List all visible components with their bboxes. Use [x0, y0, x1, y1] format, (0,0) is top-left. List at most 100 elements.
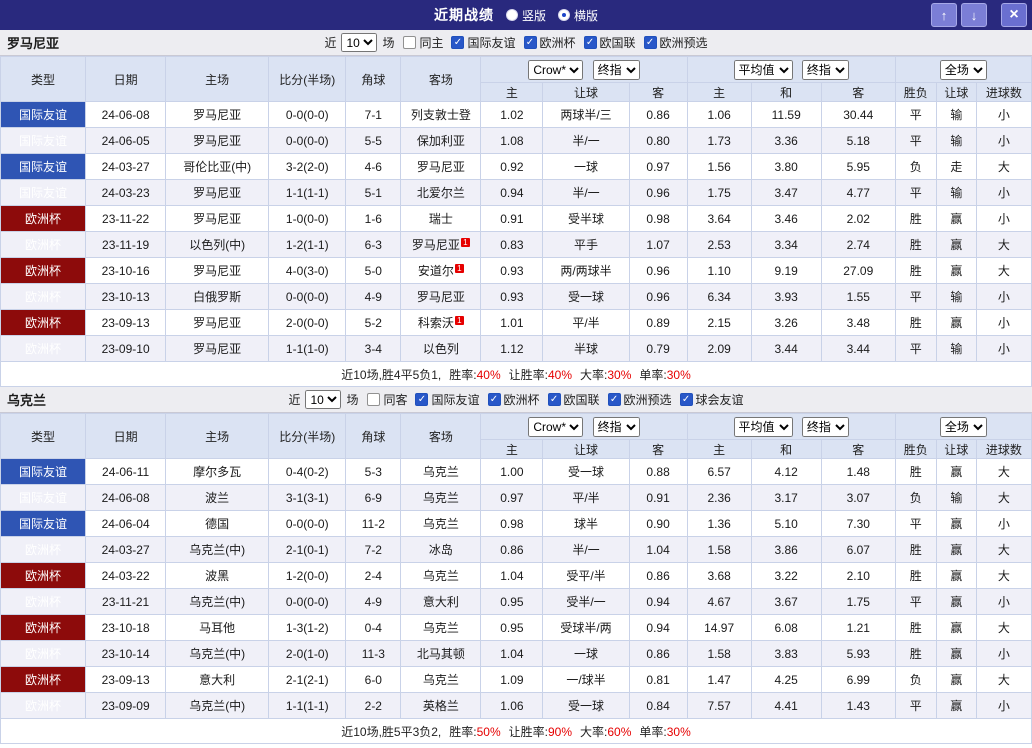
filter-checkbox-欧国联[interactable]: ✓ 欧国联	[547, 391, 600, 408]
handicap-odds-away: 0.89	[628, 309, 688, 336]
filter-checkbox-国际友谊[interactable]: ✓ 国际友谊	[451, 34, 516, 51]
match-date: 24-03-27	[85, 536, 167, 563]
score: 1-2(1-1)	[268, 231, 347, 258]
avg-odds-away: 1.55	[820, 283, 896, 310]
bookmaker-select[interactable]: Crow*	[528, 416, 584, 437]
handicap-line: 受一球	[542, 458, 630, 485]
avg-odds-home: 1.56	[686, 153, 752, 180]
avg-odds-home: 1.06	[686, 101, 752, 128]
match-date: 23-09-13	[85, 666, 167, 693]
column-header-home: 主场	[165, 413, 270, 459]
title-group: 近期战绩 竖版 横版	[434, 5, 598, 25]
final-odds-select-2[interactable]: 终指	[801, 416, 849, 437]
match-count-select[interactable]: 10	[305, 390, 342, 409]
column-header-corner: 角球	[345, 413, 402, 459]
competition-type: 欧洲杯	[0, 666, 87, 693]
handicap-odds-home: 0.86	[480, 536, 544, 563]
team-name: 罗马尼亚	[7, 36, 60, 51]
competition-type: 欧洲杯	[0, 614, 87, 641]
checked-checkbox-icon: ✓	[679, 393, 693, 406]
avg-odds-away: 6.07	[820, 536, 896, 563]
summary-stat-label: 大率:	[580, 367, 608, 382]
checked-checkbox-icon: ✓	[523, 36, 537, 49]
column-header-away: 客场	[400, 413, 482, 459]
filter-checkbox-球会友谊[interactable]: ✓ 球会友谊	[679, 391, 744, 408]
score: 4-0(3-0)	[268, 257, 347, 284]
away-team: 北马其顿	[400, 640, 482, 667]
scroll-down-button[interactable]: ↓	[961, 3, 987, 27]
result-goals: 小	[975, 640, 1032, 667]
filter-checkbox-欧洲杯[interactable]: ✓ 欧洲杯	[487, 391, 540, 408]
match-date: 24-03-23	[85, 179, 167, 206]
handicap-odds-home: 0.95	[480, 614, 544, 641]
checked-checkbox-icon: ✓	[583, 36, 597, 49]
avg-odds-away: 2.02	[820, 205, 896, 232]
result-outcome: 胜	[894, 562, 937, 589]
final-odds-select[interactable]: 终指	[592, 416, 640, 437]
subcolumn-header: 让球	[935, 82, 977, 102]
close-button[interactable]: ×	[1001, 3, 1027, 27]
title-bar: 近期战绩 竖版 横版 ↑ ↓ ×	[0, 0, 1032, 30]
result-outcome: 平	[894, 283, 937, 310]
result-outcome: 胜	[894, 205, 937, 232]
avg-odds-draw: 3.34	[750, 231, 822, 258]
avg-odds-draw: 4.25	[750, 666, 822, 693]
average-odds-select[interactable]: 平均值	[733, 416, 793, 437]
checked-checkbox-icon: ✓	[451, 36, 465, 49]
games-label: 场	[346, 393, 359, 407]
handicap-line: 平/半	[542, 309, 630, 336]
away-team: 乌克兰	[400, 562, 482, 589]
match-count-select[interactable]: 10	[341, 33, 378, 52]
avg-odds-away: 2.74	[820, 231, 896, 258]
result-goals: 小	[975, 283, 1032, 310]
filter-checkbox-欧洲杯[interactable]: ✓ 欧洲杯	[523, 34, 576, 51]
score: 1-1(1-1)	[268, 179, 347, 206]
avg-odds-home: 1.73	[686, 127, 752, 154]
filter-checkbox-欧洲预选[interactable]: ✓ 欧洲预选	[643, 34, 708, 51]
avg-odds-draw: 4.12	[750, 458, 822, 485]
filter-checkbox-国际友谊[interactable]: ✓ 国际友谊	[415, 391, 480, 408]
score: 0-4(0-2)	[268, 458, 347, 485]
final-odds-select-2[interactable]: 终指	[801, 59, 849, 80]
average-odds-select[interactable]: 平均值	[733, 59, 793, 80]
checkbox-label: 欧洲杯	[539, 36, 576, 50]
final-odds-select[interactable]: 终指	[592, 59, 640, 80]
result-handicap: 赢	[935, 692, 977, 719]
handicap-odds-away: 0.81	[628, 666, 688, 693]
filter-checkbox-欧洲预选[interactable]: ✓ 欧洲预选	[607, 391, 672, 408]
scope-select[interactable]: 全场	[939, 59, 987, 80]
checked-checkbox-icon: ✓	[415, 393, 429, 406]
scroll-up-button[interactable]: ↑	[931, 3, 957, 27]
competition-type: 欧洲杯	[0, 640, 87, 667]
avg-odds-home: 4.67	[686, 588, 752, 615]
avg-odds-away: 1.48	[820, 458, 896, 485]
summary-stat-value: 40%	[547, 367, 573, 382]
result-outcome: 胜	[894, 640, 937, 667]
scope-select[interactable]: 全场	[939, 416, 987, 437]
filter-checkbox-同主[interactable]: 同主	[403, 34, 443, 51]
competition-type: 国际友谊	[0, 484, 87, 511]
home-team: 罗马尼亚	[165, 101, 270, 128]
handicap-odds-home: 0.91	[480, 205, 544, 232]
result-outcome: 负	[894, 484, 937, 511]
handicap-line: 受半球	[542, 205, 630, 232]
radio-label-horizontal: 横版	[574, 8, 599, 23]
view-option-horizontal[interactable]: 横版	[558, 7, 598, 24]
handicap-line: 受球半/两	[542, 614, 630, 641]
corners: 5-2	[345, 309, 402, 336]
home-team: 波黑	[165, 562, 270, 589]
match-date: 24-06-05	[85, 127, 167, 154]
avg-odds-away: 1.43	[820, 692, 896, 719]
home-team: 白俄罗斯	[165, 283, 270, 310]
away-team: 罗马尼亚	[400, 283, 482, 310]
handicap-odds-home: 1.12	[480, 335, 544, 362]
filter-checkbox-同客[interactable]: 同客	[367, 391, 407, 408]
view-option-vertical[interactable]: 竖版	[505, 7, 546, 24]
avg-odds-away: 7.30	[820, 510, 896, 537]
bookmaker-select[interactable]: Crow*	[528, 59, 584, 80]
avg-odds-home: 1.58	[686, 640, 752, 667]
filter-checkbox-欧国联[interactable]: ✓ 欧国联	[583, 34, 636, 51]
team-section: 乌克兰 近 10 场 同客 ✓ 国际友谊 ✓ 欧洲杯 ✓ 欧国联 ✓ 欧洲预选 ✓ 球会友谊 类型 …	[0, 387, 1032, 744]
corners: 2-2	[345, 692, 402, 719]
competition-type: 国际友谊	[0, 510, 87, 537]
